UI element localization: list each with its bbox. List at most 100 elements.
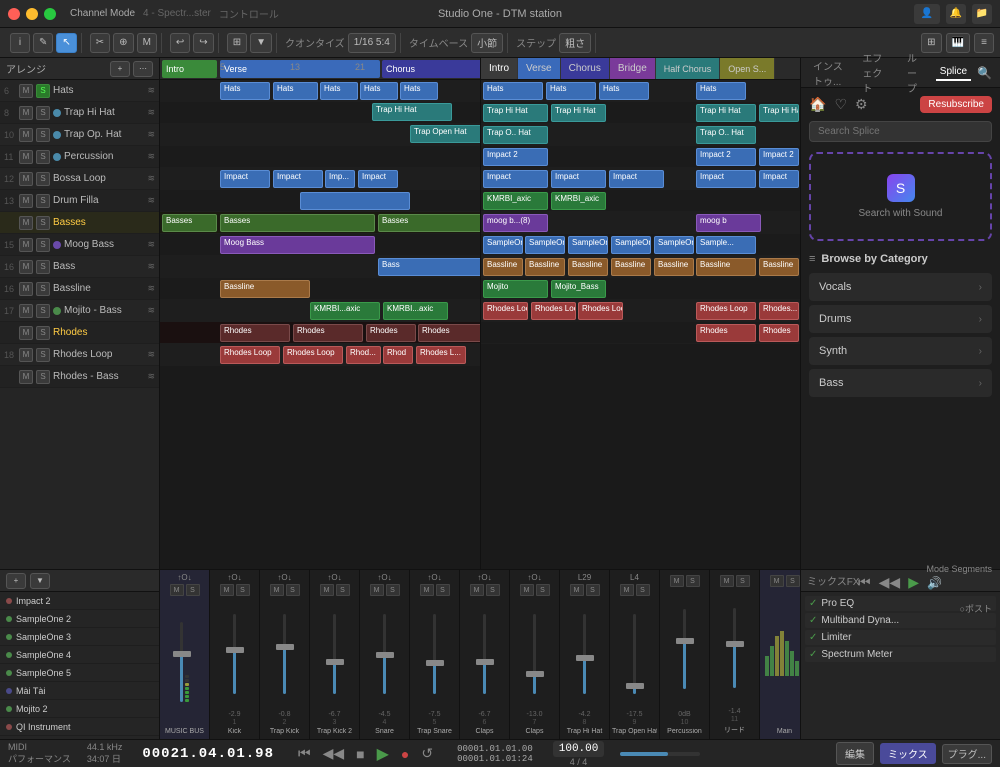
mute-btn[interactable]: M xyxy=(19,84,33,98)
section-intro[interactable]: Intro xyxy=(162,60,217,78)
mixer-track-item[interactable]: SampleOne 3 xyxy=(0,628,159,646)
home-icon-btn[interactable]: 🏠 xyxy=(809,96,826,113)
fader-handle[interactable] xyxy=(526,671,544,677)
solo-btn[interactable]: S xyxy=(36,194,50,208)
mute-btn[interactable]: M xyxy=(19,106,33,120)
rewind-button[interactable]: ◀◀ xyxy=(879,574,901,591)
clip[interactable]: Rhodes... xyxy=(759,302,799,320)
clip[interactable]: moog b...(8) xyxy=(483,214,548,232)
solo-btn[interactable]: S xyxy=(36,128,50,142)
tl-section-chorus[interactable]: Chorus xyxy=(561,58,610,79)
tl-section-opens[interactable]: Open S... xyxy=(720,58,775,79)
back-button[interactable]: ◀◀ xyxy=(319,743,349,764)
clip[interactable]: Trap O.. Hat xyxy=(696,126,756,144)
clip[interactable]: Hats xyxy=(220,82,270,100)
channel-solo-btn[interactable]: S xyxy=(436,584,450,596)
mixer-track-item[interactable]: SampleOne 2 xyxy=(0,610,159,628)
mute-btn[interactable]: M xyxy=(19,304,33,318)
channel-solo-btn[interactable]: S xyxy=(586,584,600,596)
mixer-track-item[interactable]: SampleOne 4 xyxy=(0,646,159,664)
channel-solo-btn[interactable]: S xyxy=(486,584,500,596)
clip[interactable]: Trap Hi Hat xyxy=(372,103,452,121)
solo-btn[interactable]: S xyxy=(36,260,50,274)
tl-section-verse[interactable]: Verse xyxy=(518,58,561,79)
mute-btn[interactable]: M xyxy=(19,348,33,362)
clip[interactable]: Impact xyxy=(220,170,270,188)
clip[interactable]: Rhodes Loop xyxy=(483,302,528,320)
solo-btn[interactable]: S xyxy=(36,326,50,340)
channel-solo-btn[interactable]: S xyxy=(336,584,350,596)
clip[interactable]: Hats xyxy=(360,82,398,100)
category-bass[interactable]: Bass › xyxy=(809,369,992,397)
clip[interactable]: Impact xyxy=(483,170,548,188)
channel-solo-btn[interactable]: S xyxy=(736,575,750,587)
mute-btn[interactable]: M xyxy=(19,128,33,142)
clip[interactable]: Rhodes xyxy=(696,324,756,342)
mix-button[interactable]: ミックス xyxy=(880,743,936,764)
solo-btn[interactable]: S xyxy=(36,282,50,296)
clip[interactable]: Trap Hi Hat xyxy=(551,104,606,122)
snap-button[interactable]: ⊞ xyxy=(227,33,247,53)
clip[interactable]: moog b xyxy=(696,214,761,232)
category-vocals[interactable]: Vocals › xyxy=(809,273,992,301)
clip[interactable]: Bassline xyxy=(696,258,756,276)
fader-handle[interactable] xyxy=(173,651,191,657)
clip[interactable]: Rhodes xyxy=(366,324,416,342)
stop-button[interactable]: ■ xyxy=(352,744,368,764)
quantize-value-button[interactable]: 1/16 5:4 xyxy=(348,33,396,53)
channel-mute-btn[interactable]: M xyxy=(370,584,384,596)
mixer-track-item[interactable]: QI Instrument xyxy=(0,718,159,736)
folder-icon[interactable]: 📁 xyxy=(972,4,992,24)
tl-section-halfchorus[interactable]: Half Chorus xyxy=(656,58,721,79)
notification-icon[interactable]: 🔔 xyxy=(946,4,966,24)
channel-mute-btn[interactable]: M xyxy=(420,584,434,596)
clip[interactable]: Sample... xyxy=(696,236,756,254)
clip[interactable]: Bassline xyxy=(759,258,799,276)
redo-button[interactable]: ↪ xyxy=(193,33,213,53)
mute-btn[interactable]: M xyxy=(19,172,33,186)
undo-button[interactable]: ↩ xyxy=(170,33,190,53)
mixer-track-item[interactable]: Impact 2 xyxy=(0,592,159,610)
channel-mute-btn[interactable]: M xyxy=(520,584,534,596)
clip[interactable]: Rhodes xyxy=(418,324,480,342)
fader-handle[interactable] xyxy=(626,683,644,689)
clip[interactable]: Rhodes xyxy=(293,324,363,342)
clip[interactable]: SampleOne xyxy=(611,236,651,254)
arrange-options-button[interactable]: ⋯ xyxy=(133,61,153,77)
clip[interactable]: Rhodes Loop xyxy=(220,346,280,364)
tempo-display[interactable]: 100.00 xyxy=(553,741,605,757)
channel-mute-btn[interactable]: M xyxy=(220,584,234,596)
solo-btn[interactable]: S xyxy=(36,172,50,186)
section-chorus[interactable]: Chorus xyxy=(382,60,480,78)
channel-solo-btn[interactable]: S xyxy=(186,584,200,596)
clip[interactable]: Impact xyxy=(609,170,664,188)
fader-handle[interactable] xyxy=(726,641,744,647)
mixer-button[interactable]: ≡ xyxy=(974,33,994,53)
clip[interactable]: Impact xyxy=(273,170,323,188)
channel-mute-btn[interactable]: M xyxy=(670,575,684,587)
clip[interactable]: Rhodes Loop xyxy=(283,346,343,364)
clip[interactable]: Moog Bass xyxy=(220,236,375,254)
fader-handle[interactable] xyxy=(576,655,594,661)
solo-btn[interactable]: S xyxy=(36,216,50,230)
fader-handle[interactable] xyxy=(676,638,694,644)
clip[interactable]: Impact 2 xyxy=(696,148,756,166)
mixer-track-item[interactable]: Mojito 2 xyxy=(0,700,159,718)
play-button[interactable]: ▶ xyxy=(373,742,393,766)
clip[interactable]: Rhodes L... xyxy=(416,346,466,364)
loop-button[interactable]: ↺ xyxy=(417,743,437,764)
solo-btn[interactable]: S xyxy=(36,84,50,98)
clip[interactable]: Mojito xyxy=(483,280,548,298)
settings-icon-btn[interactable]: ⚙ xyxy=(855,96,868,113)
clip[interactable]: Impact xyxy=(696,170,756,188)
clip[interactable]: KMRBI...axic xyxy=(383,302,448,320)
channel-mute-btn[interactable]: M xyxy=(620,584,634,596)
clip[interactable]: Bassline xyxy=(654,258,694,276)
fader-handle[interactable] xyxy=(476,659,494,665)
plugin-button[interactable]: プラグ... xyxy=(942,744,992,764)
heart-icon-btn[interactable]: ♡ xyxy=(834,96,847,113)
clip[interactable]: Bassline xyxy=(220,280,310,298)
fader-handle[interactable] xyxy=(226,647,244,653)
fader-handle[interactable] xyxy=(376,652,394,658)
clip[interactable]: Rhodes Loop xyxy=(696,302,756,320)
